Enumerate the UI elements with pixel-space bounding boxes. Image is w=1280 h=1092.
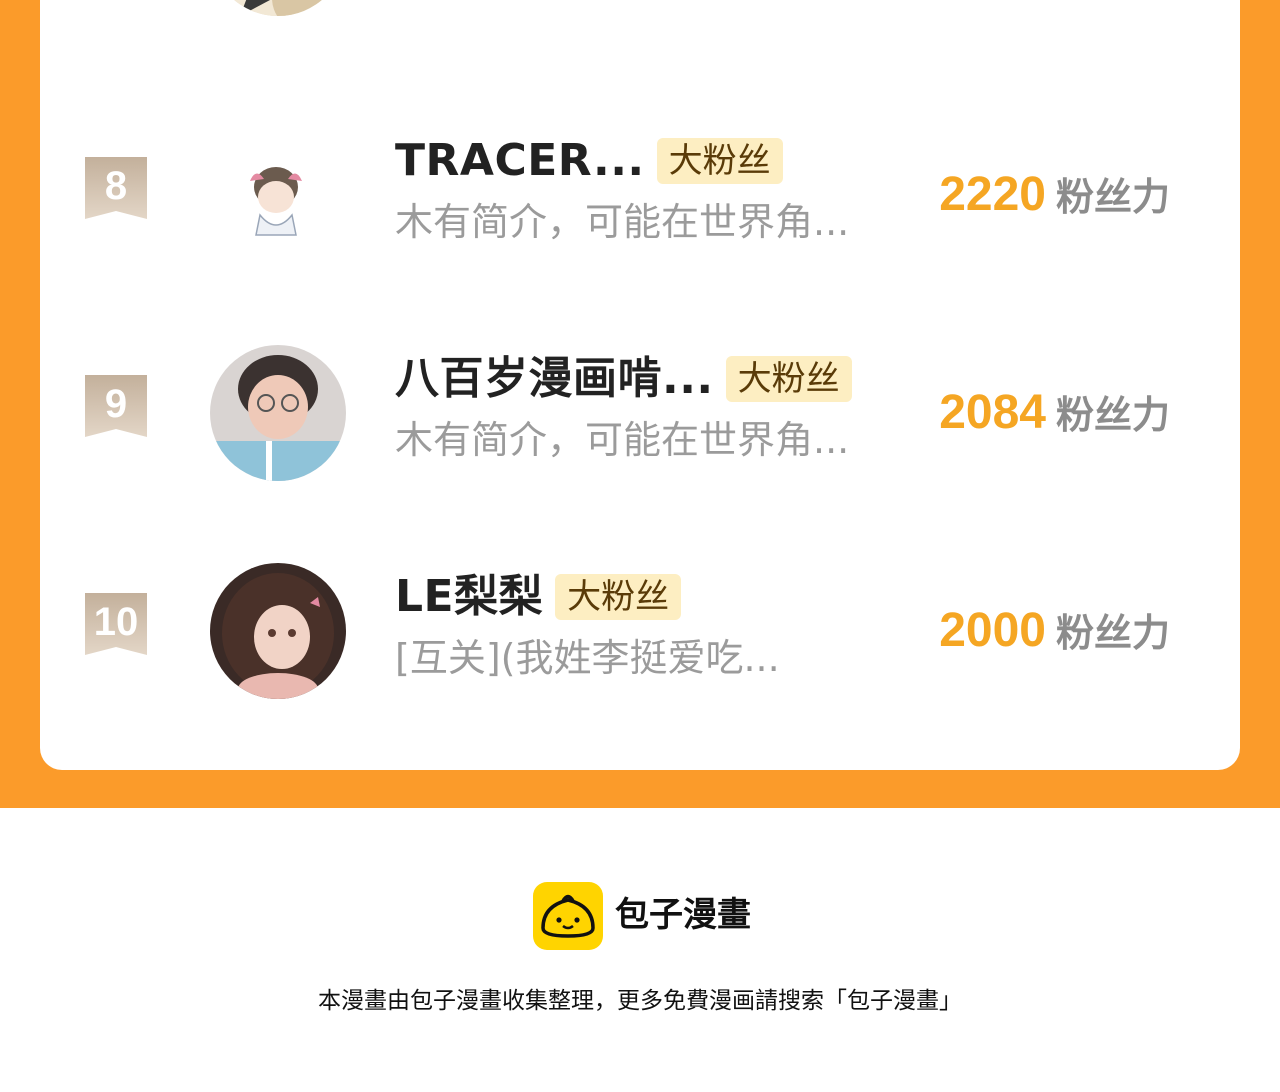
rank-number: 8	[104, 164, 128, 208]
fan-power-value: 2000	[939, 604, 1046, 657]
user-avatar[interactable]	[210, 345, 346, 481]
rank-badge: 9	[85, 375, 147, 437]
rank-number: 10	[93, 600, 139, 644]
rank-badge: 8	[85, 157, 147, 219]
ranking-row-partial[interactable]	[40, 0, 1240, 30]
fan-power: 2084 粉丝力	[939, 385, 1170, 443]
bun-logo-icon	[533, 882, 603, 950]
fan-level-tag: 大粉丝	[725, 356, 852, 402]
fan-level-tag: 大粉丝	[555, 574, 682, 620]
user-name[interactable]: TRACER...	[395, 135, 645, 187]
fan-level-tag: 大粉丝	[656, 138, 783, 184]
user-name-line: TRACER... 大粉丝	[395, 135, 783, 187]
user-avatar[interactable]	[210, 0, 346, 16]
user-bio: 木有简介，可能在世界角...	[395, 200, 850, 244]
user-avatar[interactable]	[210, 127, 346, 263]
ranking-card: 8 TRACER...大粉丝 木有简介，可能在世界角... 2220粉丝力	[40, 0, 1240, 770]
rank-number: 9	[104, 382, 128, 426]
fan-power-unit: 粉丝力	[1055, 611, 1170, 655]
user-name-line: LE梨梨 大粉丝	[395, 571, 682, 623]
rank-badge: 10	[85, 593, 147, 655]
user-bio: [互关](我姓李挺爱吃...	[395, 636, 780, 680]
fan-power-value: 2084	[939, 386, 1046, 439]
fan-power-unit: 粉丝力	[1055, 393, 1170, 437]
user-name[interactable]: 八百岁漫画啃...	[395, 353, 714, 405]
user-avatar[interactable]	[210, 563, 346, 699]
ranking-row[interactable]: 9 八百岁漫画啃... 大粉丝 木有简介，可能在世界角... 2084 粉丝力	[40, 345, 1240, 495]
footer: 包子漫畫 本漫畫由包子漫畫收集整理，更多免費漫画請搜索「包子漫畫」	[0, 808, 1280, 1092]
footer-note: 本漫畫由包子漫畫收集整理，更多免費漫画請搜索「包子漫畫」	[318, 988, 962, 1014]
brand-name: 包子漫畫	[615, 895, 751, 935]
fan-power: 2000 粉丝力	[939, 603, 1170, 661]
fan-power-value: 2220	[939, 168, 1046, 221]
ranking-row[interactable]: 10 LE梨梨 大粉丝 [互关](我姓李挺爱吃... 2000 粉丝力	[40, 563, 1240, 713]
ranking-row[interactable]: 8 TRACER... 大粉丝 木有简介，可能在世界角... 2220 粉丝力	[40, 127, 1240, 277]
user-name[interactable]: LE梨梨	[395, 571, 543, 623]
fan-power: 2220 粉丝力	[939, 167, 1170, 225]
fan-power-unit: 粉丝力	[1055, 175, 1170, 219]
user-name-line: 八百岁漫画啃... 大粉丝	[395, 353, 852, 405]
user-bio: 木有简介，可能在世界角...	[395, 418, 850, 462]
